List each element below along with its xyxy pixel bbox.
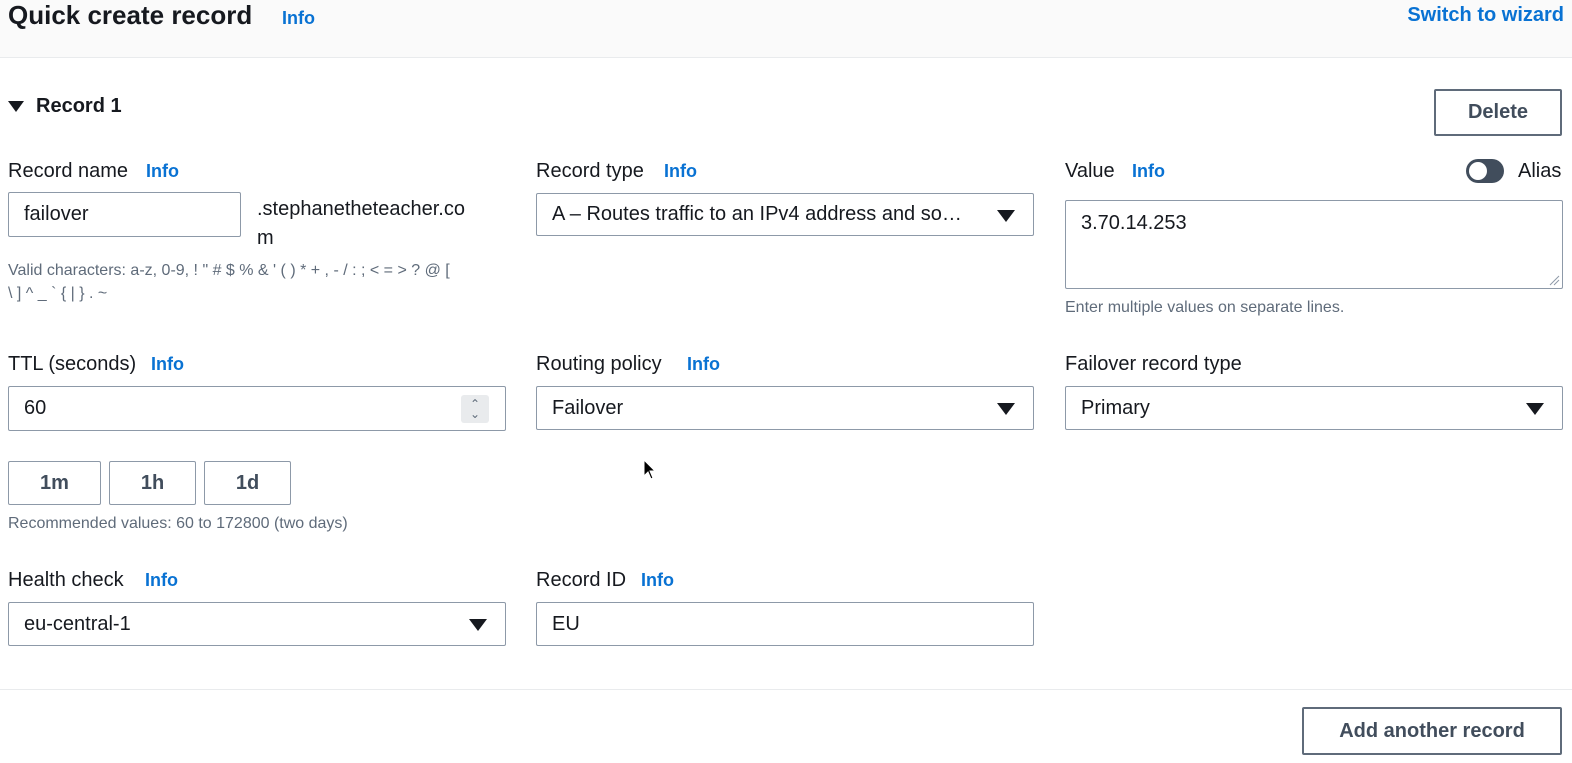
record-type-select[interactable]: A – Routes traffic to an IPv4 address an…	[536, 193, 1034, 236]
record-type-label: Record type	[536, 160, 644, 182]
record-name-hint-line1: Valid characters: a-z, 0-9, ! " # $ % & …	[8, 262, 450, 279]
add-another-record-button[interactable]: Add another record	[1302, 707, 1562, 755]
failover-type-value: Primary	[1081, 396, 1150, 419]
alias-toggle[interactable]	[1466, 159, 1504, 183]
value-text: 3.70.14.253	[1081, 212, 1187, 234]
value-label: Value	[1065, 160, 1115, 182]
record-name-input[interactable]: failover	[8, 192, 241, 237]
health-check-select[interactable]: eu-central-1	[8, 602, 506, 646]
record-id-info-link[interactable]: Info	[641, 570, 674, 591]
health-check-info-link[interactable]: Info	[145, 570, 178, 591]
routing-policy-info-link[interactable]: Info	[687, 354, 720, 375]
failover-type-select[interactable]: Primary	[1065, 386, 1563, 430]
caret-down-icon	[469, 619, 487, 631]
alias-label: Alias	[1518, 160, 1562, 182]
domain-suffix-line1: .stephanetheteacher.co	[257, 198, 465, 220]
header-info-link[interactable]: Info	[282, 8, 315, 29]
caret-down-icon	[8, 101, 24, 112]
health-check-label: Health check	[8, 569, 124, 591]
value-textarea[interactable]: 3.70.14.253	[1065, 200, 1563, 289]
chevron-down-icon[interactable]: ⌄	[470, 408, 480, 420]
value-hint: Enter multiple values on separate lines.	[1065, 299, 1345, 316]
record-name-hint-line2: \ ] ^ _ ` { | } . ~	[8, 285, 108, 302]
delete-button[interactable]: Delete	[1434, 89, 1562, 136]
ttl-info-link[interactable]: Info	[151, 354, 184, 375]
page-header: Quick create record Info Switch to wizar…	[0, 0, 1572, 58]
section-divider	[0, 689, 1572, 690]
record-id-value: EU	[552, 612, 580, 635]
health-check-value: eu-central-1	[24, 612, 131, 635]
number-stepper[interactable]: ⌃ ⌄	[461, 395, 489, 423]
mouse-pointer-icon	[643, 459, 657, 480]
resize-grip-icon[interactable]	[1548, 274, 1560, 286]
ttl-hint: Recommended values: 60 to 172800 (two da…	[8, 515, 348, 532]
ttl-value: 60	[24, 397, 47, 419]
page-title: Quick create record	[8, 0, 253, 30]
ttl-input[interactable]: 60 ⌃ ⌄	[8, 386, 506, 431]
record-id-label: Record ID	[536, 569, 627, 591]
value-info-link[interactable]: Info	[1132, 161, 1165, 182]
record-id-input[interactable]: EU	[536, 602, 1034, 646]
ttl-1d-button[interactable]: 1d	[204, 461, 291, 505]
switch-to-wizard-link[interactable]: Switch to wizard	[1407, 4, 1564, 27]
record-name-value: failover	[24, 203, 89, 225]
record-name-info-link[interactable]: Info	[146, 161, 179, 182]
caret-down-icon	[1526, 403, 1544, 415]
caret-down-icon	[997, 403, 1015, 415]
routing-policy-label: Routing policy	[536, 353, 662, 375]
routing-policy-select[interactable]: Failover	[536, 386, 1034, 430]
record-type-info-link[interactable]: Info	[664, 161, 697, 182]
record-1-expander[interactable]: Record 1	[8, 95, 122, 118]
ttl-1h-button[interactable]: 1h	[109, 461, 196, 505]
ttl-label: TTL (seconds)	[8, 353, 137, 375]
record-type-value: A – Routes traffic to an IPv4 address an…	[552, 203, 962, 225]
caret-down-icon	[997, 209, 1015, 222]
failover-type-label: Failover record type	[1065, 353, 1242, 375]
ttl-1m-button[interactable]: 1m	[8, 461, 101, 505]
record-name-label: Record name	[8, 160, 129, 182]
domain-suffix-line2: m	[257, 227, 274, 249]
record-1-title: Record 1	[36, 95, 122, 117]
toggle-knob	[1469, 162, 1487, 180]
routing-policy-value: Failover	[552, 396, 624, 419]
